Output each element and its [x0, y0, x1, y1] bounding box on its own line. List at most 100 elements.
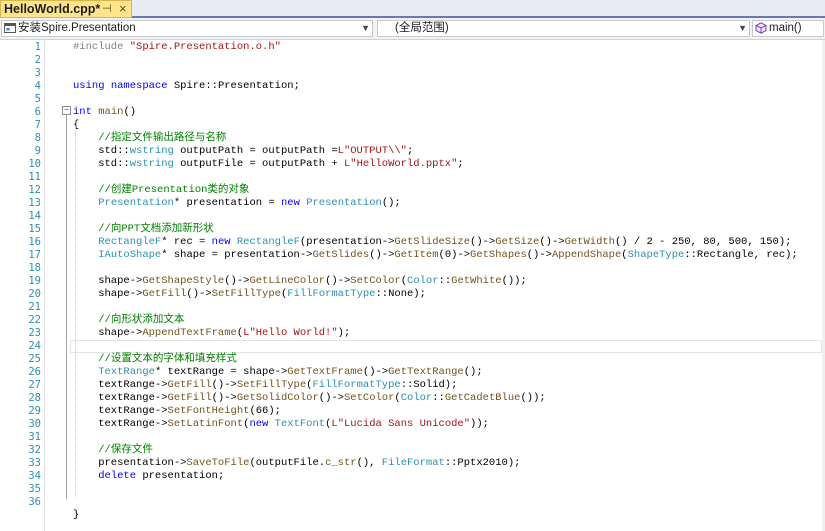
code-line[interactable]: 31 [0, 431, 825, 444]
code-line[interactable]: 5 [0, 93, 825, 106]
project-scope-dropdown[interactable]: 安装Spire.Presentation ▼ [1, 20, 373, 37]
code-token: RectangleF [98, 236, 162, 248]
code-token: presentation-> [73, 457, 187, 469]
code-token: shape-> [73, 275, 143, 287]
code-token: new [280, 197, 300, 209]
code-text: textRange->GetFill()->GetSolidColor()->S… [73, 392, 545, 405]
code-line[interactable]: 17 IAutoShape* shape = presentation->Get… [0, 249, 825, 262]
code-line[interactable]: 13 Presentation* presentation = new Pres… [0, 197, 825, 210]
line-number: 17 [28, 249, 41, 261]
code-line[interactable]: 21 [0, 301, 825, 314]
code-text: shape->GetShapeStyle()->GetLineColor()->… [73, 275, 527, 288]
code-line[interactable]: 15 //向PPT文档添加新形状 [0, 223, 825, 236]
code-line[interactable]: 27 textRange->GetFill()->SetFillType(Fil… [0, 379, 825, 392]
code-text: std::wstring outputPath = outputPath =L"… [73, 145, 413, 158]
code-line[interactable]: 19 shape->GetShapeStyle()->GetLineColor(… [0, 275, 825, 288]
code-token: ::Solid); [400, 379, 458, 391]
code-token: std:: [73, 145, 130, 157]
code-line[interactable]: 1 #include "Spire.Presentation.o.h" [0, 41, 825, 54]
line-number: 23 [28, 327, 41, 339]
code-line[interactable]: 33 presentation->SaveToFile(outputFile.c… [0, 457, 825, 470]
code-token: (presentation-> [299, 236, 395, 248]
line-number: 29 [28, 405, 41, 417]
code-token: ::None); [375, 288, 426, 300]
code-line[interactable]: 35 [0, 483, 825, 496]
line-number: 6 [34, 106, 41, 118]
code-line[interactable]: 16 RectangleF* rec = new RectangleF(pres… [0, 236, 825, 249]
code-line[interactable]: 20 shape->GetFill()->SetFillType(FillFor… [0, 288, 825, 301]
line-number: 36 [28, 496, 41, 508]
pin-icon[interactable]: ⊣ [102, 2, 112, 15]
code-line[interactable]: 11 [0, 171, 825, 184]
code-token: ()-> [224, 275, 250, 287]
code-line[interactable]: 8 //指定文件输出路径与名称 [0, 132, 825, 145]
tab-helloworld-cpp[interactable]: HelloWorld.cpp* ⊣ × [0, 0, 132, 18]
code-line[interactable]: 23 shape->AppendTextFrame(L"Hello World!… [0, 327, 825, 340]
type-scope-dropdown[interactable]: (全局范围) ▼ [377, 20, 750, 37]
code-token: GetWhite [451, 275, 502, 287]
code-line[interactable]: 29 textRange->SetFontHeight(66); [0, 405, 825, 418]
code-line[interactable]: 3 [0, 67, 825, 80]
code-text: textRange->SetLatinFont(new TextFont(L"L… [73, 418, 489, 431]
code-line[interactable]: 34 delete presentation; [0, 470, 825, 483]
function-label: main() [769, 22, 802, 34]
code-text: #include "Spire.Presentation.o.h" [73, 41, 281, 54]
code-line[interactable]: 25 //设置文本的字体和填充样式 [0, 353, 825, 366]
code-line[interactable]: 4 using namespace Spire::Presentation; [0, 80, 825, 93]
code-line[interactable]: 32 //保存文件 [0, 444, 825, 457]
code-token: Spire::Presentation; [167, 80, 300, 92]
close-icon[interactable]: × [119, 1, 127, 16]
code-editor[interactable]: 1 #include "Spire.Presentation.o.h" 2 3 4 usi… [0, 40, 825, 531]
code-token: * shape = presentation-> [161, 249, 313, 261]
code-line[interactable]: 30 textRange->SetLatinFont(new TextFont(… [0, 418, 825, 431]
code-token: GetSlides [312, 249, 370, 261]
line-number: 24 [28, 340, 41, 352]
code-token: #include [73, 41, 130, 53]
code-line[interactable]: 28 textRange->GetFill()->GetSolidColor()… [0, 392, 825, 405]
code-token: (66); [249, 405, 281, 417]
code-line[interactable]: 12 //创建Presentation类的对象 [0, 184, 825, 197]
code-token: (); [381, 197, 401, 209]
code-token: )); [470, 418, 489, 430]
code-line[interactable]: 36 [0, 496, 825, 509]
code-text: Presentation* presentation = new Present… [73, 197, 401, 210]
code-text: using namespace Spire::Presentation; [73, 80, 300, 93]
function-dropdown[interactable]: main() [752, 20, 824, 37]
line-number: 28 [28, 392, 41, 404]
line-number: 5 [34, 93, 41, 105]
code-line[interactable]: 18 [0, 262, 825, 275]
code-token: ::Rectangle, rec); [684, 249, 798, 261]
code-token: ()-> [362, 366, 389, 378]
code-token: TextFont [274, 418, 326, 430]
code-token: shape-> [73, 288, 143, 300]
code-line[interactable]: 10 std::wstring outputFile = outputPath … [0, 158, 825, 171]
code-line[interactable]: 14 [0, 210, 825, 223]
code-token: ; [406, 145, 414, 157]
code-token: { [73, 119, 80, 131]
line-number: 31 [28, 431, 41, 443]
code-token: //向PPT文档添加新形状 [98, 223, 214, 235]
code-line[interactable]: 9 std::wstring outputPath = outputPath =… [0, 145, 825, 158]
line-number: 22 [28, 314, 41, 326]
code-token: AppendShape [551, 249, 622, 261]
code-text: //设置文本的字体和填充样式 [73, 353, 237, 366]
line-number: 26 [28, 366, 41, 378]
line-number: 16 [28, 236, 41, 248]
code-line[interactable]: 2 [0, 54, 825, 67]
code-line[interactable]: 22 //向形状添加文本 [0, 314, 825, 327]
code-line[interactable]: 24 [0, 340, 825, 353]
code-token: //设置文本的字体和填充样式 [98, 353, 237, 365]
line-number: 35 [28, 483, 41, 495]
code-line[interactable]: 6 int main() [0, 106, 825, 119]
code-line[interactable]: 7{ [0, 119, 825, 132]
code-line[interactable]: 26 TextRange* textRange = shape->GetText… [0, 366, 825, 379]
code-token: GetSlideSize [394, 236, 471, 248]
code-token: outputFile = outputPath + [173, 158, 344, 170]
code-token: * presentation = [173, 197, 281, 209]
line-number: 15 [28, 223, 41, 235]
code-line[interactable]: } [0, 509, 825, 522]
code-token: delete [98, 470, 137, 482]
line-number: 32 [28, 444, 41, 456]
